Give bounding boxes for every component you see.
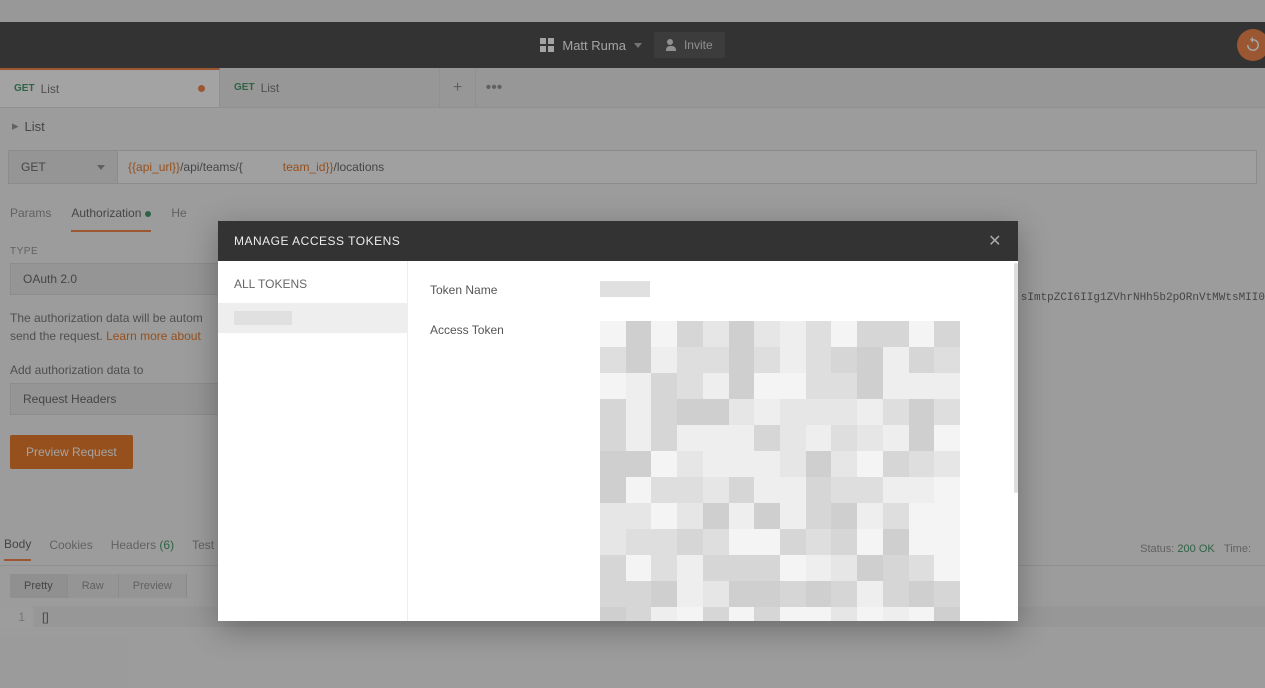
redacted-block [600, 281, 650, 297]
redacted-token-value [600, 321, 960, 621]
manage-tokens-modal: MANAGE ACCESS TOKENS ✕ ALL TOKENS Token … [218, 221, 1018, 621]
redacted-block [234, 311, 292, 325]
token-list-sidebar: ALL TOKENS [218, 261, 408, 621]
access-token-label: Access Token [430, 321, 600, 337]
token-list-item[interactable] [218, 303, 407, 333]
close-icon[interactable]: ✕ [988, 231, 1002, 251]
token-detail-panel: Token Name Access Token [408, 261, 1018, 621]
all-tokens-heading: ALL TOKENS [218, 277, 407, 303]
modal-title: MANAGE ACCESS TOKENS [234, 234, 400, 248]
token-name-label: Token Name [430, 281, 600, 297]
scrollbar[interactable] [1014, 263, 1018, 493]
